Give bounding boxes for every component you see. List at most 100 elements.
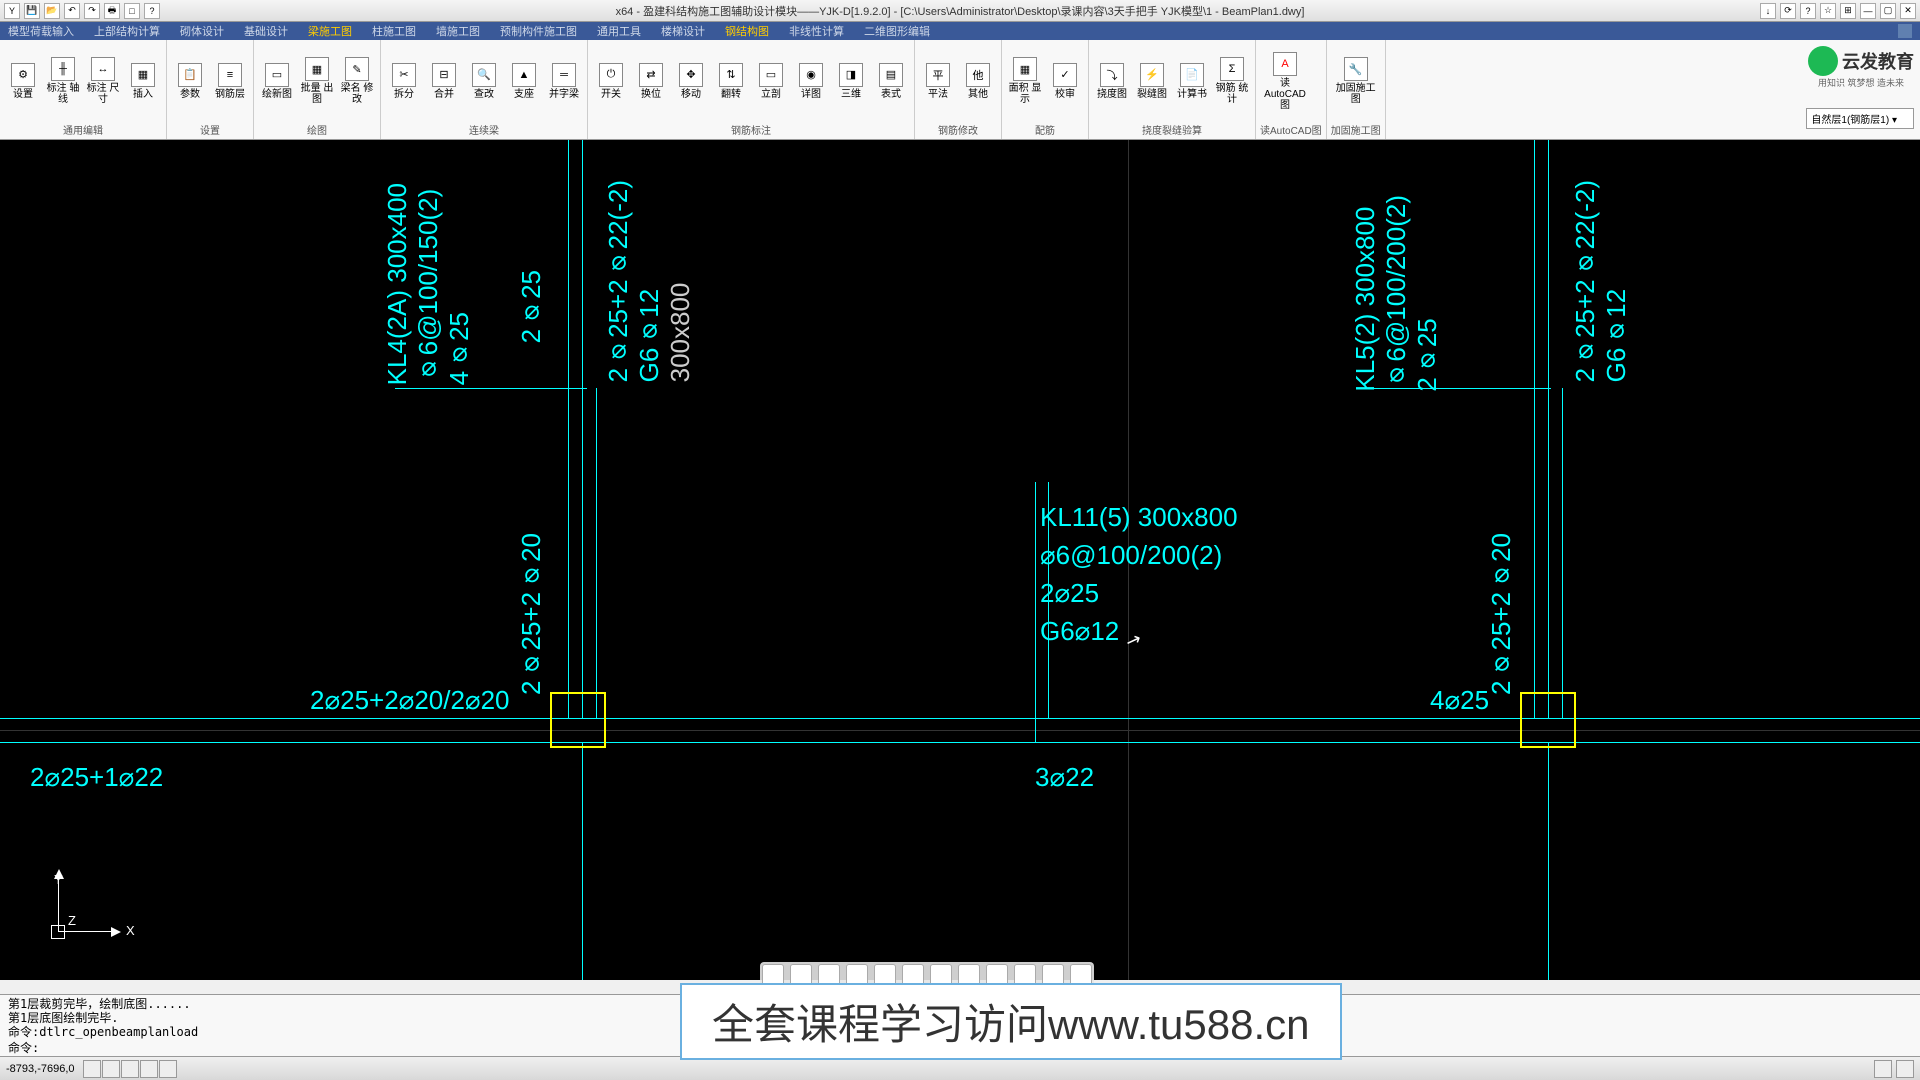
- beam-line: [0, 742, 1920, 743]
- cad-label: 2⌀25+2⌀22(-2)G6⌀12: [1570, 180, 1632, 382]
- tool-icon-4[interactable]: ☆: [1820, 3, 1836, 19]
- menu-steel-drawing[interactable]: 钢结构图: [725, 23, 769, 39]
- tool-icon-3[interactable]: ?: [1800, 3, 1816, 19]
- cad-label: 2⌀25+2⌀20: [1486, 533, 1517, 695]
- btn-review[interactable]: ✓校审: [1046, 42, 1084, 120]
- menu-2d-edit[interactable]: 二维图形编辑: [864, 23, 930, 39]
- column: [550, 692, 606, 748]
- cad-label: KL4(2A) 300x400⌀6@100/150(2)4⌀25: [382, 183, 475, 385]
- save-icon[interactable]: 💾: [24, 3, 40, 19]
- tool-icon-1[interactable]: ↓: [1760, 3, 1776, 19]
- btn-section[interactable]: ▭立剖: [752, 42, 790, 120]
- minimize-icon[interactable]: —: [1860, 3, 1876, 19]
- btn-swap[interactable]: ⇄换位: [632, 42, 670, 120]
- btn-annotate-dim[interactable]: ↔标注 尺寸: [84, 42, 122, 120]
- beam-line: [568, 140, 569, 718]
- btn-annotate-axis[interactable]: ╫标注 轴线: [44, 42, 82, 120]
- btn-other[interactable]: 他其他: [959, 42, 997, 120]
- btn-rebar-stat[interactable]: Σ钢筋 统计: [1213, 42, 1251, 120]
- btn-toggle[interactable]: ⏻开关: [592, 42, 630, 120]
- group-label-rebar-anno: 钢筋标注: [592, 120, 910, 139]
- drawing-canvas[interactable]: KL4(2A) 300x400⌀6@100/150(2)4⌀25 2⌀25 2⌀…: [0, 140, 1920, 980]
- cad-label: 2⌀25+2⌀22(-2)G6⌀12300x800: [603, 180, 696, 382]
- btn-merge[interactable]: ⊟合并: [425, 42, 463, 120]
- redo-icon[interactable]: ↷: [84, 3, 100, 19]
- btn-calcbook[interactable]: 📄计算书: [1173, 42, 1211, 120]
- btn-area-show[interactable]: ▦面积 显示: [1006, 42, 1044, 120]
- cad-label: 2⌀25+1⌀22: [30, 762, 163, 793]
- cad-label: 2⌀25: [516, 270, 547, 343]
- beam-line: [596, 388, 597, 718]
- cursor-icon: [1125, 630, 1141, 650]
- new-icon[interactable]: □: [124, 3, 140, 19]
- open-icon[interactable]: 📂: [44, 3, 60, 19]
- ribbon-group-common: ⚙设置 ╫标注 轴线 ↔标注 尺寸 ▦插入 通用编辑: [0, 40, 167, 139]
- menu-foundation[interactable]: 基础设计: [244, 23, 288, 39]
- btn-read-autocad[interactable]: A读AutoCAD图: [1260, 42, 1310, 120]
- btn-new-drawing[interactable]: ▭绘新图: [258, 42, 296, 120]
- menu-stair[interactable]: 楼梯设计: [661, 23, 705, 39]
- group-label-common: 通用编辑: [4, 120, 162, 139]
- help-icon[interactable]: ?: [144, 3, 160, 19]
- status-snap-icon[interactable]: [83, 1060, 101, 1078]
- brand-name: 云发教育: [1842, 48, 1914, 74]
- btn-beam-rename[interactable]: ✎梁名 修改: [338, 42, 376, 120]
- ribbon-group-draw: ▭绘新图 ▦批量 出图 ✎梁名 修改 绘图: [254, 40, 381, 139]
- status-right-icon-1[interactable]: [1874, 1060, 1892, 1078]
- btn-insert[interactable]: ▦插入: [124, 42, 162, 120]
- status-ortho-icon[interactable]: [121, 1060, 139, 1078]
- maximize-icon[interactable]: ▢: [1880, 3, 1896, 19]
- beam-line: [1562, 388, 1563, 718]
- menu-model-load[interactable]: 模型荷载输入: [8, 23, 74, 39]
- close-icon[interactable]: ✕: [1900, 3, 1916, 19]
- beam-line: [1548, 742, 1549, 980]
- btn-crack[interactable]: ⚡裂缝图: [1133, 42, 1171, 120]
- tool-icon-2[interactable]: ⟳: [1780, 3, 1796, 19]
- menu-precast[interactable]: 预制构件施工图: [500, 23, 577, 39]
- btn-query[interactable]: 🔍查改: [465, 42, 503, 120]
- btn-table[interactable]: ▤表式: [872, 42, 910, 120]
- cad-label: 2⌀25+2⌀20/2⌀20: [310, 685, 510, 716]
- group-label-autocad: 读AutoCAD图: [1260, 120, 1322, 139]
- menu-masonry[interactable]: 砌体设计: [180, 23, 224, 39]
- btn-rebar-layer[interactable]: ≡钢筋层: [211, 42, 249, 120]
- ribbon: ⚙设置 ╫标注 轴线 ↔标注 尺寸 ▦插入 通用编辑 📋参数 ≡钢筋层 设置 ▭…: [0, 40, 1920, 140]
- title-bar: Y 💾 📂 ↶ ↷ 🖶 □ ? x64 - 盈建科结构施工图辅助设计模块——YJ…: [0, 0, 1920, 22]
- print-icon[interactable]: 🖶: [104, 3, 120, 19]
- menu-nonlinear[interactable]: 非线性计算: [789, 23, 844, 39]
- status-right-icon-2[interactable]: [1896, 1060, 1914, 1078]
- menu-common-tools[interactable]: 通用工具: [597, 23, 641, 39]
- btn-deflection[interactable]: ⤵挠度图: [1093, 42, 1131, 120]
- btn-detail[interactable]: ◉详图: [792, 42, 830, 120]
- brand-logo-icon: [1808, 46, 1838, 76]
- column: [1520, 692, 1576, 748]
- btn-settings[interactable]: ⚙设置: [4, 42, 42, 120]
- cad-label-kl11: KL11(5) 300x800⌀6@100/200(2)2⌀25G6⌀12: [1040, 498, 1238, 650]
- status-grid-icon[interactable]: [102, 1060, 120, 1078]
- status-polar-icon[interactable]: [140, 1060, 158, 1078]
- beam-line: [582, 140, 583, 718]
- layer-dropdown[interactable]: 自然层1(钢筋层1) ▾: [1806, 108, 1914, 129]
- coordinate-readout: -8793,-7696,0: [6, 1063, 75, 1075]
- btn-strengthen[interactable]: 🔧加固施工图: [1331, 42, 1381, 120]
- btn-flip[interactable]: ⇅翻转: [712, 42, 750, 120]
- btn-params[interactable]: 📋参数: [171, 42, 209, 120]
- btn-3d[interactable]: ◨三维: [832, 42, 870, 120]
- btn-support[interactable]: ▲支座: [505, 42, 543, 120]
- menu-collapse-icon[interactable]: [1898, 24, 1912, 38]
- btn-parallel-beam[interactable]: ═并字梁: [545, 42, 583, 120]
- menu-beam-drawing[interactable]: 梁施工图: [308, 23, 352, 39]
- brand-tagline: 用知识 筑梦想 造未来: [1818, 76, 1904, 89]
- menu-upper-calc[interactable]: 上部结构计算: [94, 23, 160, 39]
- menu-wall-drawing[interactable]: 墙施工图: [436, 23, 480, 39]
- btn-split[interactable]: ✂拆分: [385, 42, 423, 120]
- btn-pingfa[interactable]: 平平法: [919, 42, 957, 120]
- beam-line: [582, 742, 583, 980]
- tool-icon-5[interactable]: ⊞: [1840, 3, 1856, 19]
- undo-icon[interactable]: ↶: [64, 3, 80, 19]
- status-osnap-icon[interactable]: [159, 1060, 177, 1078]
- ribbon-group-reinforce: ▦面积 显示 ✓校审 配筋: [1002, 40, 1089, 139]
- menu-col-drawing[interactable]: 柱施工图: [372, 23, 416, 39]
- btn-move[interactable]: ✥移动: [672, 42, 710, 120]
- btn-batch-export[interactable]: ▦批量 出图: [298, 42, 336, 120]
